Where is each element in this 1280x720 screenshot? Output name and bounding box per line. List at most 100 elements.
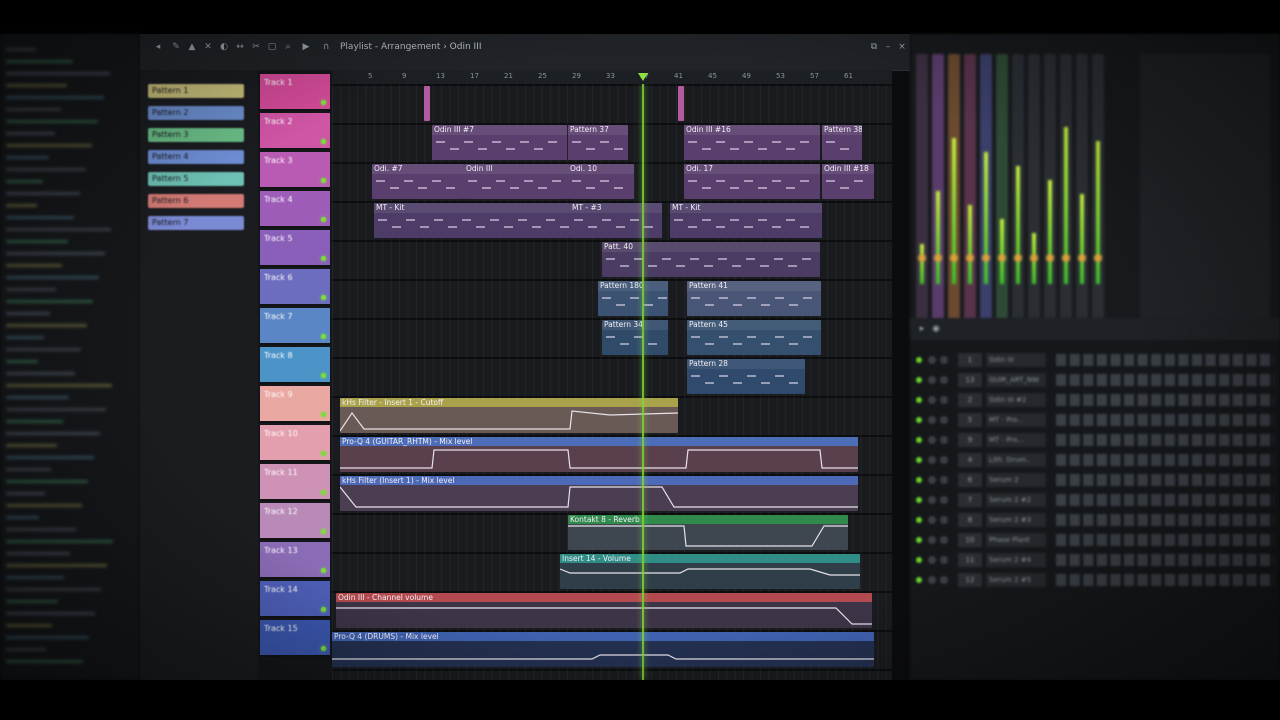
browser-entry[interactable] xyxy=(6,108,61,111)
channel-volume-knob[interactable] xyxy=(940,476,948,484)
channel-name-button[interactable]: MT - Pro... xyxy=(986,433,1046,447)
channel-row[interactable]: 13 GUIR_ART_NW xyxy=(910,372,1280,389)
channel-mixer-track[interactable]: 2 xyxy=(958,393,982,407)
pattern-clip[interactable]: Pattern 38 xyxy=(822,125,862,160)
track-header[interactable]: Track 8 xyxy=(260,347,330,384)
channel-enable-led[interactable] xyxy=(916,537,922,543)
channel-pan-knob[interactable] xyxy=(928,396,936,404)
mixer-strip[interactable] xyxy=(932,54,944,324)
automation-clip[interactable]: kHs Filter - Insert 1 - Cutoff xyxy=(340,398,678,433)
track-enable-led[interactable] xyxy=(321,256,326,261)
channel-enable-led[interactable] xyxy=(916,357,922,363)
pattern-clip[interactable]: MT - Kit xyxy=(374,203,570,238)
browser-entry[interactable] xyxy=(6,504,82,507)
browser-entry[interactable] xyxy=(6,624,52,627)
track-enable-led[interactable] xyxy=(321,100,326,105)
browser-entry[interactable] xyxy=(6,456,94,459)
browser-entry[interactable] xyxy=(6,312,50,315)
browser-entry[interactable] xyxy=(6,612,95,615)
browser-entry[interactable] xyxy=(6,660,83,663)
browser-entry[interactable] xyxy=(6,96,104,99)
track-header[interactable]: Track 1 xyxy=(260,74,330,111)
pattern-picker-item[interactable]: Pattern 5 xyxy=(148,172,244,186)
browser-entry[interactable] xyxy=(6,336,44,339)
slip-icon[interactable]: ↔ xyxy=(234,42,246,52)
browser-entry[interactable] xyxy=(6,432,100,435)
playback-icon[interactable]: ▶ xyxy=(300,42,312,52)
channel-row[interactable]: 10 Phase Plant xyxy=(910,532,1280,549)
track-header[interactable]: Track 13 xyxy=(260,542,330,579)
browser-entry[interactable] xyxy=(6,480,88,483)
mixer-strip[interactable] xyxy=(1028,54,1040,324)
pattern-clip[interactable]: Odi. 10 xyxy=(568,164,634,199)
automation-clip[interactable]: Insert 14 - Volume xyxy=(560,554,860,589)
channel-pan-knob[interactable] xyxy=(928,456,936,464)
pattern-picker-item[interactable]: Pattern 6 xyxy=(148,194,244,208)
channel-name-button[interactable]: Serum 2 #5 xyxy=(986,573,1046,587)
snap-magnet-icon[interactable]: ∩ xyxy=(320,42,332,52)
automation-clip[interactable]: Pro-Q 4 (GUITAR_RHTM) - Mix level xyxy=(340,437,858,472)
browser-entry[interactable] xyxy=(6,348,81,351)
pattern-clip[interactable]: Odin III #16 xyxy=(684,125,820,160)
pattern-clip[interactable]: Odin III xyxy=(464,164,568,199)
channel-row[interactable]: 2 Odin III #2 xyxy=(910,392,1280,409)
track-enable-led[interactable] xyxy=(321,295,326,300)
browser-entry[interactable] xyxy=(6,468,51,471)
automation-curve-line[interactable] xyxy=(340,410,678,432)
mixer-strip[interactable] xyxy=(1012,54,1024,324)
mixer-pan-knob[interactable] xyxy=(918,254,926,262)
browser-entry[interactable] xyxy=(6,192,80,195)
browser-entry[interactable] xyxy=(6,168,86,171)
minimize-icon[interactable]: – xyxy=(882,42,894,52)
pattern-clip[interactable]: Patt. 40 xyxy=(602,242,820,277)
browser-entry[interactable] xyxy=(6,252,105,255)
channel-volume-knob[interactable] xyxy=(940,536,948,544)
mixer-pan-knob[interactable] xyxy=(1078,254,1086,262)
mixer-strip[interactable] xyxy=(996,54,1008,324)
browser-entry[interactable] xyxy=(6,444,57,447)
browser-entry[interactable] xyxy=(6,396,69,399)
browser-entry[interactable] xyxy=(6,408,106,411)
channel-enable-led[interactable] xyxy=(916,517,922,523)
pattern-clip[interactable]: Odin III #7 xyxy=(432,125,567,160)
mixer-strip[interactable] xyxy=(1076,54,1088,324)
channel-mixer-track[interactable]: 9 xyxy=(958,433,982,447)
track-enable-led[interactable] xyxy=(321,334,326,339)
track-header[interactable]: Track 7 xyxy=(260,308,330,345)
channel-row[interactable]: 5 MT - Pro... xyxy=(910,412,1280,429)
automation-curve-line[interactable] xyxy=(340,486,858,508)
browser-entry[interactable] xyxy=(6,156,49,159)
channel-name-button[interactable]: Serum 2 xyxy=(986,473,1046,487)
channel-pan-knob[interactable] xyxy=(928,476,936,484)
zoom-icon[interactable]: ⌕ xyxy=(282,42,294,52)
channel-mixer-track[interactable]: 6 xyxy=(958,473,982,487)
channel-volume-knob[interactable] xyxy=(940,396,948,404)
mixer-pan-knob[interactable] xyxy=(1030,254,1038,262)
browser-entry[interactable] xyxy=(6,588,101,591)
delete-icon[interactable]: ✕ xyxy=(202,42,214,52)
channel-mixer-track[interactable]: 11 xyxy=(958,553,982,567)
channel-mixer-track[interactable]: 13 xyxy=(958,373,982,387)
mixer-pan-knob[interactable] xyxy=(1046,254,1054,262)
track-enable-led[interactable] xyxy=(321,373,326,378)
step-sequencer[interactable] xyxy=(1056,574,1274,586)
channel-name-button[interactable]: Odin III #2 xyxy=(986,393,1046,407)
pattern-picker-item[interactable]: Pattern 1 xyxy=(148,84,244,98)
menu-arrow-icon[interactable]: ◂ xyxy=(152,42,164,52)
mixer-strip[interactable] xyxy=(964,54,976,324)
close-icon[interactable]: × xyxy=(896,42,908,52)
browser-entry[interactable] xyxy=(6,72,110,75)
channel-pan-knob[interactable] xyxy=(928,496,936,504)
automation-clip[interactable]: Pro-Q 4 (DRUMS) - Mix level xyxy=(332,632,874,667)
channel-enable-led[interactable] xyxy=(916,437,922,443)
pattern-picker-item[interactable]: Pattern 7 xyxy=(148,216,244,230)
swing-knob-icon[interactable]: ◉ xyxy=(930,324,942,334)
track-enable-led[interactable] xyxy=(321,451,326,456)
channel-pan-knob[interactable] xyxy=(928,576,936,584)
automation-curve-line[interactable] xyxy=(336,607,872,625)
step-sequencer[interactable] xyxy=(1056,474,1274,486)
pattern-picker-item[interactable]: Pattern 3 xyxy=(148,128,244,142)
detach-icon[interactable]: ⧉ xyxy=(868,42,880,52)
browser-entry[interactable] xyxy=(6,384,112,387)
step-sequencer[interactable] xyxy=(1056,454,1274,466)
